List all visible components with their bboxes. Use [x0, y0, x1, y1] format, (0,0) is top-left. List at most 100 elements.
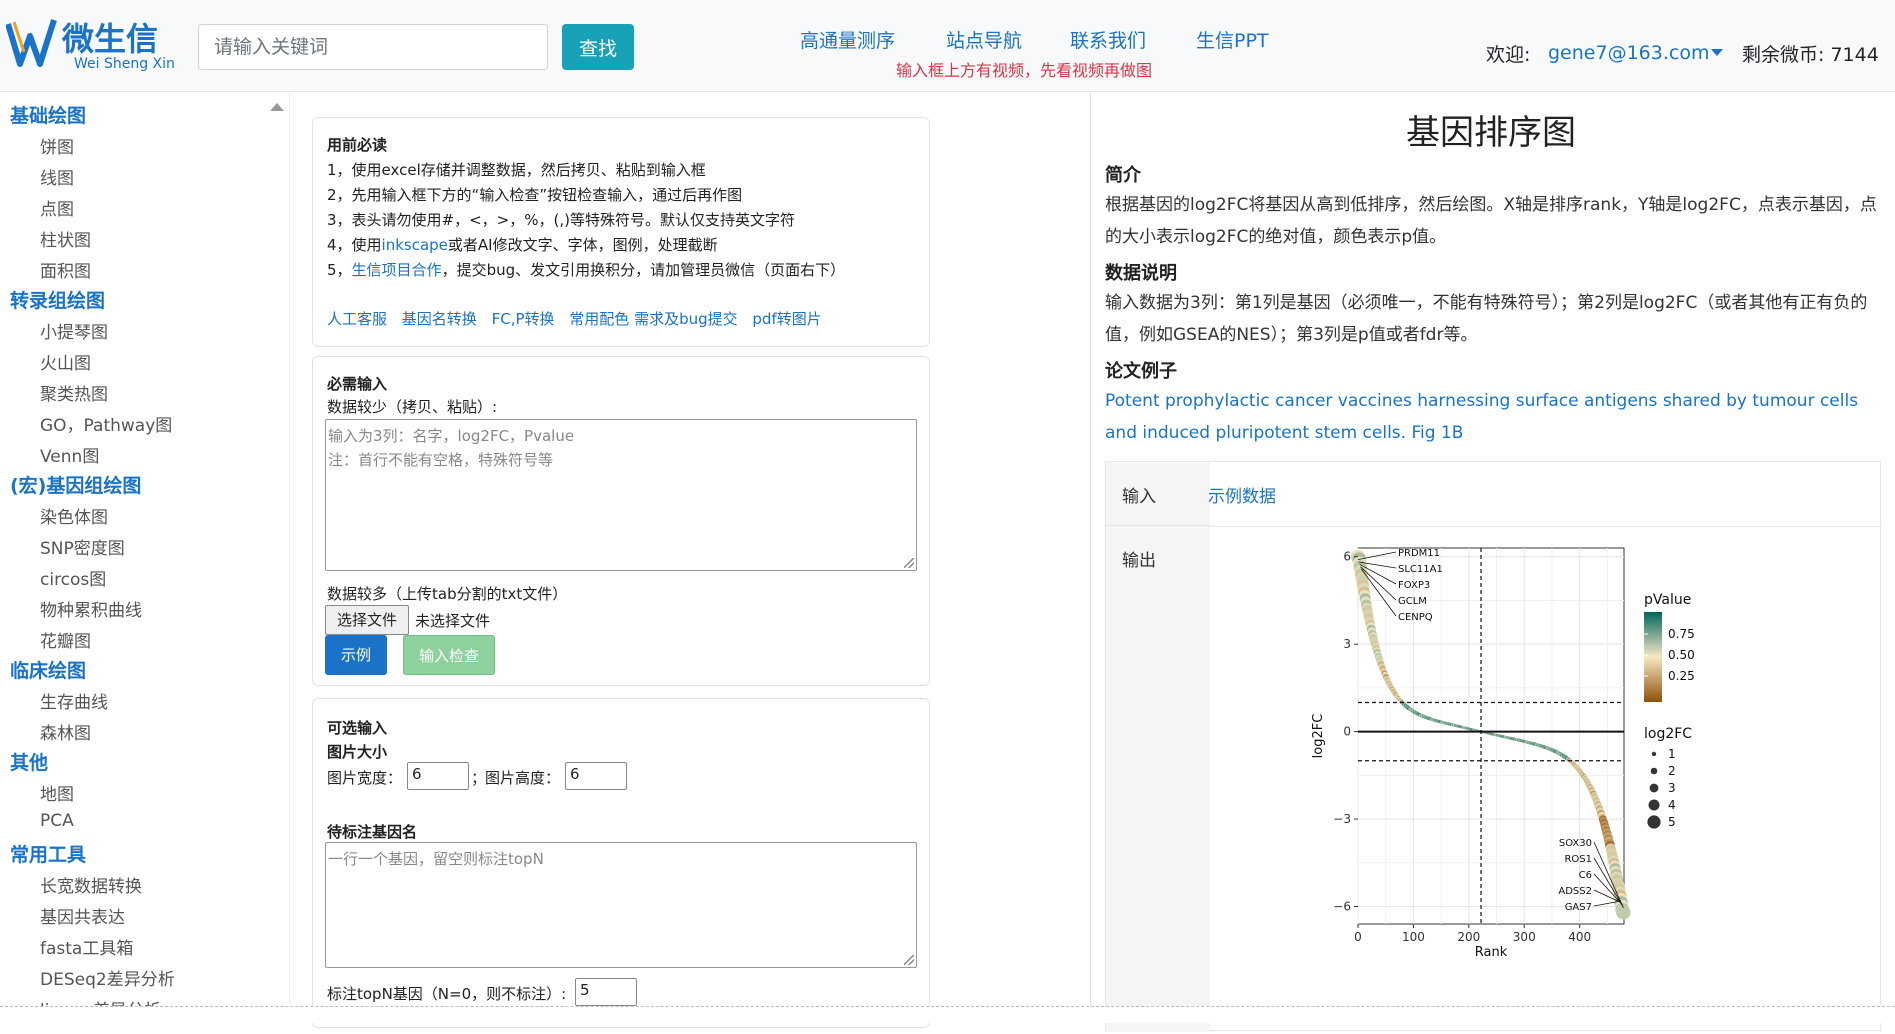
optional-title: 可选输入	[327, 719, 388, 737]
sidebar-item-circos[interactable]: circos图	[40, 565, 106, 590]
resize-handle-icon[interactable]	[904, 955, 914, 965]
chevron-down-icon[interactable]	[1711, 49, 1723, 56]
sidebar-section-transcriptome[interactable]: 转录组绘图	[10, 286, 105, 313]
sidebar-item-dot[interactable]: 点图	[40, 195, 74, 220]
scroll-up-icon[interactable]	[270, 103, 284, 111]
sidebar-item-volcano[interactable]: 火山图	[40, 349, 91, 374]
readme-line-5-post: ，提交bug、发文引用换积分，请加管理员微信（页面右下）	[441, 261, 846, 279]
width-input[interactable]: 6	[407, 762, 469, 790]
sidebar-item-bar[interactable]: 柱状图	[40, 226, 91, 251]
sidebar-item-snp-density[interactable]: SNP密度图	[40, 534, 125, 559]
sidebar-item-pca[interactable]: PCA	[40, 811, 74, 831]
inkscape-link[interactable]: inkscape	[382, 236, 448, 254]
sidebar-item-violin[interactable]: 小提琴图	[40, 318, 108, 343]
input-check-button[interactable]: 输入检查	[403, 635, 495, 675]
genes-textarea[interactable]: 一行一个基因，留空则标注topN	[325, 842, 917, 968]
resize-handle-icon[interactable]	[904, 558, 914, 568]
sidebar-item-survival[interactable]: 生存曲线	[40, 688, 108, 713]
output-label: 输出	[1122, 551, 1156, 571]
nav-contact[interactable]: 联系我们	[1070, 26, 1146, 53]
legend-size-dot	[1648, 799, 1660, 811]
table-divider	[1210, 526, 1882, 527]
x-tick-label: 100	[1402, 930, 1425, 944]
top-header: 微生信 Wei Sheng Xin 查找 高通量测序 站点导航 联系我们 生信P…	[0, 0, 1895, 92]
sidebar-item-petal[interactable]: 花瓣图	[40, 627, 91, 652]
sidebar-item-deseq2[interactable]: DESeq2差异分析	[40, 965, 175, 990]
readme-line-1: 1，使用excel存储并调整数据，然后拷贝、粘贴到输入框	[327, 161, 706, 179]
site-logo[interactable]: 微生信 Wei Sheng Xin	[5, 14, 184, 74]
sidebar-item-forest[interactable]: 森林图	[40, 719, 91, 744]
optional-input-card: 可选输入 图片大小 图片宽度： 6 ； 图片高度： 6 待标注基因名 一行一个基…	[312, 698, 930, 1028]
logo-text-cn: 微生信	[61, 20, 158, 58]
project-collab-link[interactable]: 生信项目合作	[352, 261, 442, 279]
nav-site-map[interactable]: 站点导航	[946, 26, 1022, 53]
sidebar-item-coexpression[interactable]: 基因共表达	[40, 903, 125, 928]
gene-label-bottom: GAS7	[1565, 902, 1592, 913]
legend-color-tick-label: 0.25	[1668, 669, 1695, 683]
search-input[interactable]	[198, 24, 548, 70]
link-support[interactable]: 人工客服	[327, 310, 387, 328]
x-axis-label: Rank	[1475, 945, 1508, 960]
coin-balance: 剩余微币: 7144	[1742, 44, 1879, 66]
intro-heading: 简介	[1105, 165, 1141, 186]
description-panel: 基因排序图 简介 根据基因的log2FC将基因从高到低排序，然后绘图。X轴是排序…	[1090, 93, 1890, 1032]
sidebar-item-chromosome[interactable]: 染色体图	[40, 503, 108, 528]
link-colors-feedback[interactable]: 常用配色 需求及bug提交	[569, 310, 737, 328]
paper-link[interactable]: Potent prophylactic cancer vaccines harn…	[1105, 385, 1885, 449]
sidebar-item-line[interactable]: 线图	[40, 164, 74, 189]
data-textarea[interactable]: 输入为3列：名字，log2FC，Pvalue 注：首行不能有空格，特殊符号等	[325, 419, 917, 571]
size-title: 图片大小	[327, 743, 388, 761]
height-label: 图片高度：	[485, 769, 561, 787]
nav-note: 输入框上方有视频，先看视频再做图	[896, 61, 1153, 80]
sidebar-item-pie[interactable]: 饼图	[40, 133, 74, 158]
sidebar-item-go-pathway[interactable]: GO，Pathway图	[40, 411, 172, 436]
y-axis-label: log2FC	[1311, 714, 1326, 759]
intro-text: 根据基因的log2FC将基因从高到低排序，然后绘图。X轴是排序rank，Y轴是l…	[1105, 195, 1877, 247]
input-label: 输入	[1122, 487, 1156, 507]
legend-size-label: 5	[1668, 815, 1676, 829]
nav-sequencing[interactable]: 高通量测序	[800, 26, 895, 53]
user-menu[interactable]: gene7@163.com	[1548, 42, 1709, 64]
quick-links: 人工客服 基因名转换 FC,P转换 常用配色 需求及bug提交 pdf转图片	[327, 308, 832, 329]
readme-line-5-pre: 5，	[327, 261, 352, 279]
sidebar-section-genome[interactable]: (宏)基因组绘图	[10, 471, 141, 498]
sidebar-item-venn[interactable]: Venn图	[40, 442, 99, 467]
sidebar-item-reshape[interactable]: 长宽数据转换	[40, 872, 142, 897]
search-button[interactable]: 查找	[562, 24, 634, 70]
sidebar-section-tools[interactable]: 常用工具	[10, 840, 86, 867]
legend-size-label: 4	[1668, 798, 1676, 812]
legend-size-label: 2	[1668, 764, 1676, 778]
sidebar-section-other[interactable]: 其他	[10, 748, 48, 775]
sidebar-item-fasta[interactable]: fasta工具箱	[40, 934, 133, 959]
link-pdf-to-image[interactable]: pdf转图片	[752, 310, 821, 328]
example-button[interactable]: 示例	[325, 635, 387, 675]
example-data-link[interactable]: 示例数据	[1208, 482, 1276, 507]
topn-input[interactable]: 5	[575, 978, 637, 1006]
width-label: 图片宽度：	[327, 769, 403, 787]
sidebar-item-species-curve[interactable]: 物种累积曲线	[40, 596, 142, 621]
link-fc-p-convert[interactable]: FC,P转换	[492, 310, 555, 328]
gene-rank-chart: PRDM11 SLC11A1 FOXP3 GCLM CENPQ SOX30 ROS1 C6 AD…	[1311, 547, 1695, 960]
topn-label: 标注topN基因（N=0，则不标注）:	[327, 985, 567, 1003]
gene-label-top: CENPQ	[1398, 612, 1433, 623]
large-data-label: 数据较多（上传tab分割的txt文件）	[327, 585, 568, 603]
y-tick-label: −6	[1333, 900, 1351, 914]
legend-color-title: pValue	[1644, 592, 1691, 608]
link-gene-convert[interactable]: 基因名转换	[402, 310, 477, 328]
sidebar-item-area[interactable]: 面积图	[40, 257, 91, 282]
legend-color-tick-label: 0.75	[1668, 627, 1695, 641]
readme-line-4-pre: 4，使用	[327, 236, 382, 254]
sidebar-section-clinical[interactable]: 临床绘图	[10, 656, 86, 683]
torn-edge	[0, 1006, 1895, 1023]
legend-size-dot	[1650, 767, 1658, 775]
readme-line-4: 4，使用inkscape或者AI修改文字、字体，图例，处理截断	[327, 234, 718, 255]
choose-file-button[interactable]: 选择文件	[325, 605, 409, 635]
sidebar-item-map[interactable]: 地图	[40, 780, 74, 805]
height-input[interactable]: 6	[565, 762, 627, 790]
nav-ppt[interactable]: 生信PPT	[1196, 26, 1269, 53]
sidebar-section-basic[interactable]: 基础绘图	[10, 101, 86, 128]
output-cell	[1106, 526, 1210, 1032]
data-heading: 数据说明	[1105, 263, 1177, 284]
sidebar-item-heatmap[interactable]: 聚类热图	[40, 380, 108, 405]
data-text: 输入数据为3列：第1列是基因（必须唯一，不能有特殊符号）；第2列是log2FC（…	[1105, 293, 1868, 345]
